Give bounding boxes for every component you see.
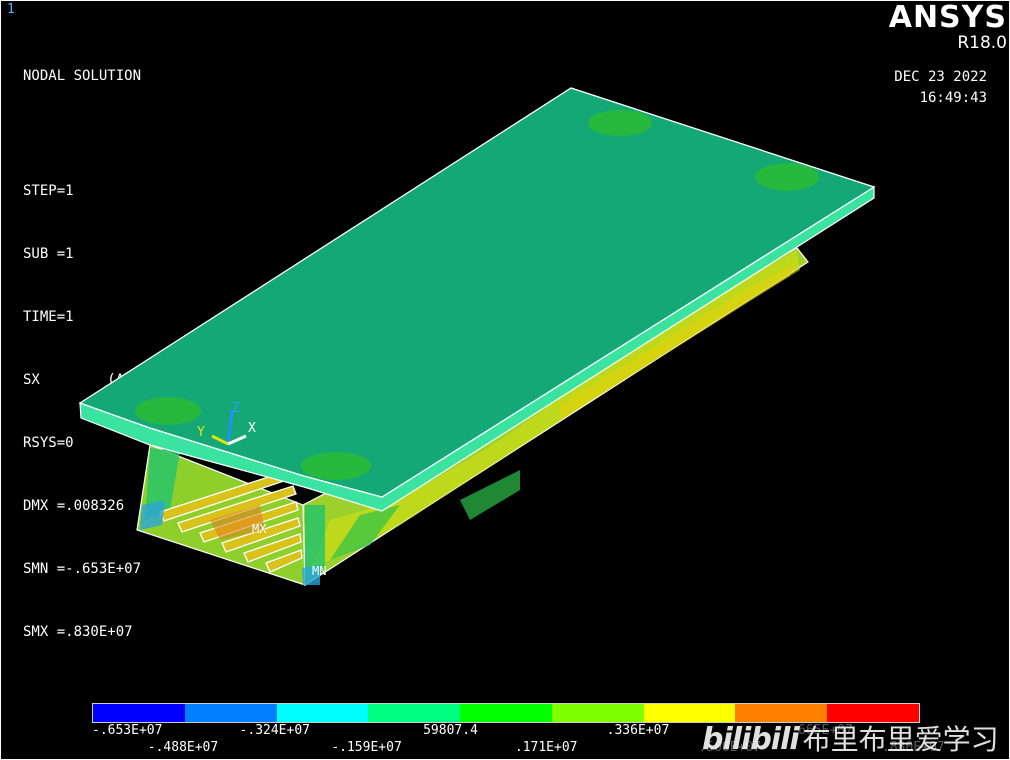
legend-segment [551,704,644,722]
fea-model-view[interactable]: Z Y X MX MN [0,0,1010,700]
legend-segment [184,704,277,722]
legend-label: .171E+07 [514,740,578,755]
support-patch [135,397,201,425]
support-patch [301,452,371,480]
y-axis-label: Y [197,425,205,440]
min-marker: MN [312,564,326,578]
support-patch [755,163,819,191]
max-marker: MX [252,522,267,536]
support-patch [588,110,652,136]
legend-label: -.324E+07 [239,723,310,738]
legend-label: -.159E+07 [331,740,402,755]
legend-segment [368,704,461,722]
legend-label: -.653E+07 [92,723,163,738]
x-axis-label: X [248,421,256,436]
legend-label: -.488E+07 [147,740,219,755]
legend-segment [93,704,185,722]
legend-segment [460,704,552,722]
legend-label: 59807.4 [423,723,478,738]
z-axis-label: Z [232,401,240,416]
bilibili-logo: bilibili [702,722,800,757]
legend-label: .336E+07 [606,723,670,738]
legend-segment [276,704,369,722]
watermark-text: 布里布里爱学习 [802,723,999,756]
bilibili-watermark: bilibili 布里布里爱学习 [702,718,999,758]
